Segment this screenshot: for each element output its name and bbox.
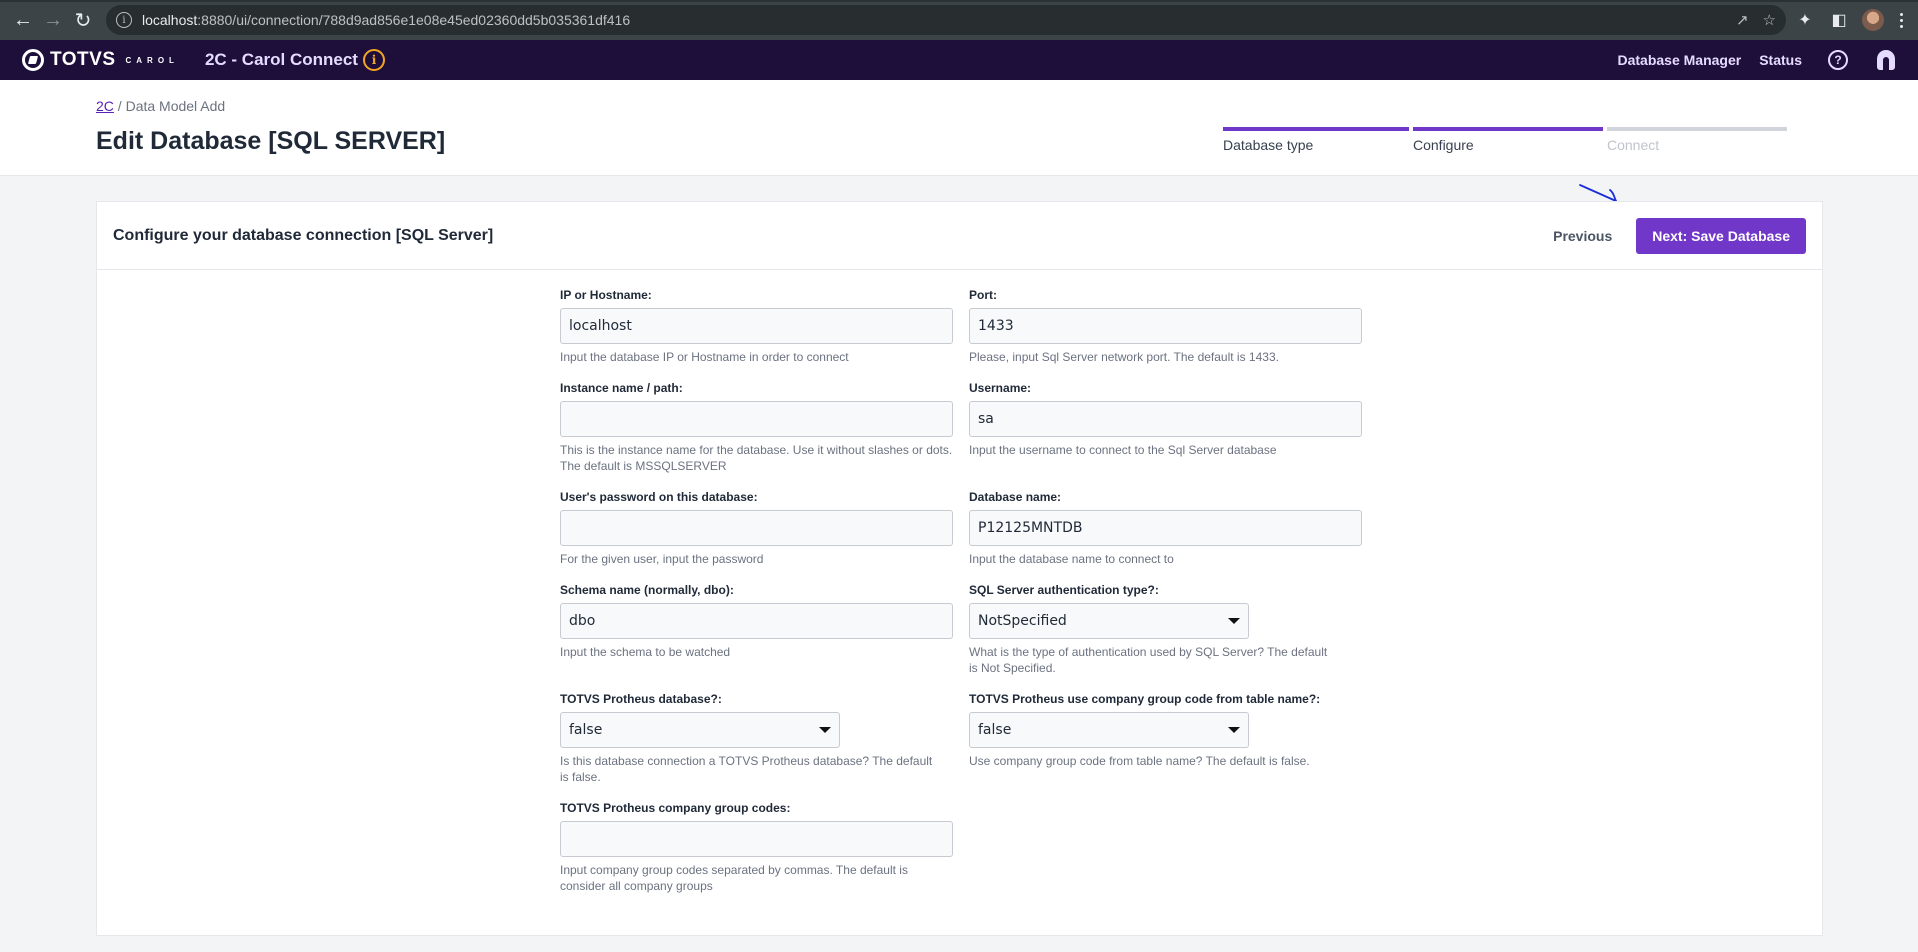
- field-schema: Schema name (normally, dbo): dbo Input t…: [560, 583, 953, 676]
- url-path: :8880/ui/connection/788d9ad856e1e08e45ed…: [197, 12, 631, 28]
- protheus-label: TOTVS Protheus database?:: [560, 692, 722, 706]
- database-name-label: Database name:: [969, 490, 1062, 504]
- browser-menu-icon[interactable]: [1896, 12, 1906, 28]
- field-auth-type: SQL Server authentication type?: NotSpec…: [969, 583, 1362, 676]
- group-codes-label: TOTVS Protheus company group codes:: [560, 801, 791, 815]
- address-bar[interactable]: i localhost:8880/ui/connection/788d9ad85…: [106, 5, 1786, 35]
- help-icon[interactable]: ?: [1828, 50, 1848, 70]
- group-from-table-value: false: [978, 722, 1012, 738]
- browser-toolbar: ← → ↻ i localhost:8880/ui/connection/788…: [0, 0, 1918, 40]
- extensions-puzzle-icon[interactable]: ✦: [1794, 9, 1816, 31]
- database-name-input[interactable]: P12125MNTDB: [969, 510, 1362, 546]
- logo-text: TOTVS: [50, 49, 116, 70]
- step-database-type: Database type: [1223, 127, 1409, 153]
- port-help: Please, input Sql Server network port. T…: [969, 350, 1279, 364]
- field-group-codes: TOTVS Protheus company group codes: Inpu…: [560, 801, 953, 894]
- forward-icon[interactable]: →: [38, 5, 68, 35]
- field-port: Port: 1433 Please, input Sql Server netw…: [969, 288, 1362, 365]
- profile-avatar[interactable]: [1862, 9, 1884, 31]
- auth-type-label: SQL Server authentication type?:: [969, 583, 1159, 597]
- protheus-help: Is this database connection a TOTVS Prot…: [560, 754, 933, 784]
- previous-button[interactable]: Previous: [1553, 228, 1612, 244]
- username-input[interactable]: sa: [969, 401, 1362, 437]
- config-card: Configure your database connection [SQL …: [96, 201, 1823, 936]
- group-codes-help: Input company group codes separated by c…: [560, 863, 908, 893]
- username-label: Username:: [969, 381, 1032, 395]
- breadcrumb-link-2c[interactable]: 2C: [96, 98, 114, 114]
- page-title: Edit Database [SQL SERVER]: [96, 127, 446, 155]
- protheus-value: false: [569, 722, 603, 738]
- breadcrumb: 2C / Data Model Add: [96, 98, 225, 114]
- reload-icon[interactable]: ↻: [68, 5, 98, 35]
- password-input[interactable]: [560, 510, 953, 546]
- instance-help: This is the instance name for the databa…: [560, 443, 953, 473]
- page-header: 2C / Data Model Add Edit Database [SQL S…: [0, 80, 1918, 176]
- auth-type-help: What is the type of authentication used …: [969, 645, 1328, 675]
- totvs-logo[interactable]: TOTVS CAROL: [22, 49, 179, 71]
- app-header: TOTVS CAROL 2C - Carol Connect i Databas…: [0, 40, 1918, 80]
- app-title: 2C - Carol Connect: [204, 50, 358, 69]
- chevron-down-icon: [1228, 727, 1240, 733]
- database-name-help: Input the database name to connect to: [969, 552, 1174, 566]
- breadcrumb-separator: /: [113, 98, 126, 114]
- field-database-name: Database name: P12125MNTDB Input the dat…: [969, 490, 1362, 567]
- totvs-logo-icon: [22, 49, 44, 71]
- share-icon[interactable]: ↗: [1736, 11, 1749, 29]
- user-account-icon[interactable]: [1876, 50, 1896, 70]
- port-label: Port:: [969, 288, 997, 302]
- card-title: Configure your database connection [SQL …: [113, 226, 494, 244]
- auth-type-value: NotSpecified: [978, 613, 1067, 629]
- info-icon[interactable]: i: [362, 49, 385, 71]
- breadcrumb-current: Data Model Add: [125, 98, 226, 114]
- instance-input[interactable]: [560, 401, 953, 437]
- instance-label: Instance name / path:: [560, 381, 683, 395]
- protheus-select[interactable]: false: [560, 712, 840, 748]
- field-group-from-table: TOTVS Protheus use company group code fr…: [969, 692, 1362, 785]
- bookmark-star-icon[interactable]: ☆: [1763, 11, 1776, 29]
- back-icon[interactable]: ←: [8, 5, 38, 35]
- nav-status[interactable]: Status: [1759, 52, 1802, 68]
- host-help: Input the database IP or Hostname in ord…: [560, 350, 849, 364]
- group-codes-input[interactable]: [560, 821, 953, 857]
- stepper: Database type Configure Connect: [1223, 127, 1787, 153]
- group-from-table-label: TOTVS Protheus use company group code fr…: [969, 692, 1321, 706]
- host-input[interactable]: localhost: [560, 308, 953, 344]
- field-host: IP or Hostname: localhost Input the data…: [560, 288, 953, 365]
- group-from-table-help: Use company group code from table name? …: [969, 754, 1310, 768]
- password-label: User's password on this database:: [560, 490, 758, 504]
- schema-input[interactable]: dbo: [560, 603, 953, 639]
- nav-database-manager[interactable]: Database Manager: [1617, 52, 1741, 68]
- group-from-table-select[interactable]: false: [969, 712, 1249, 748]
- logo-subtext: CAROL: [125, 55, 179, 65]
- url-host: localhost: [142, 12, 198, 28]
- port-input[interactable]: 1433: [969, 308, 1362, 344]
- username-help: Input the username to connect to the Sql…: [969, 443, 1277, 457]
- next-save-database-button[interactable]: Next: Save Database: [1636, 217, 1806, 254]
- chevron-down-icon: [819, 727, 831, 733]
- field-instance: Instance name / path: This is the instan…: [560, 381, 953, 474]
- field-username: Username: sa Input the username to conne…: [969, 381, 1362, 474]
- step-connect: Connect: [1607, 127, 1787, 153]
- field-password: User's password on this database: For th…: [560, 490, 953, 567]
- chevron-down-icon: [1228, 618, 1240, 624]
- field-protheus: TOTVS Protheus database?: false Is this …: [560, 692, 953, 785]
- schema-help: Input the schema to be watched: [560, 645, 731, 659]
- card-header: Configure your database connection [SQL …: [97, 202, 1822, 270]
- step-configure: Configure: [1413, 127, 1603, 153]
- schema-label: Schema name (normally, dbo):: [560, 583, 734, 597]
- connection-form: IP or Hostname: localhost Input the data…: [560, 288, 1362, 910]
- side-panel-icon[interactable]: ◧: [1828, 9, 1850, 31]
- password-help: For the given user, input the password: [560, 552, 764, 566]
- site-info-icon[interactable]: i: [116, 12, 132, 28]
- host-label: IP or Hostname:: [560, 288, 652, 302]
- auth-type-select[interactable]: NotSpecified: [969, 603, 1249, 639]
